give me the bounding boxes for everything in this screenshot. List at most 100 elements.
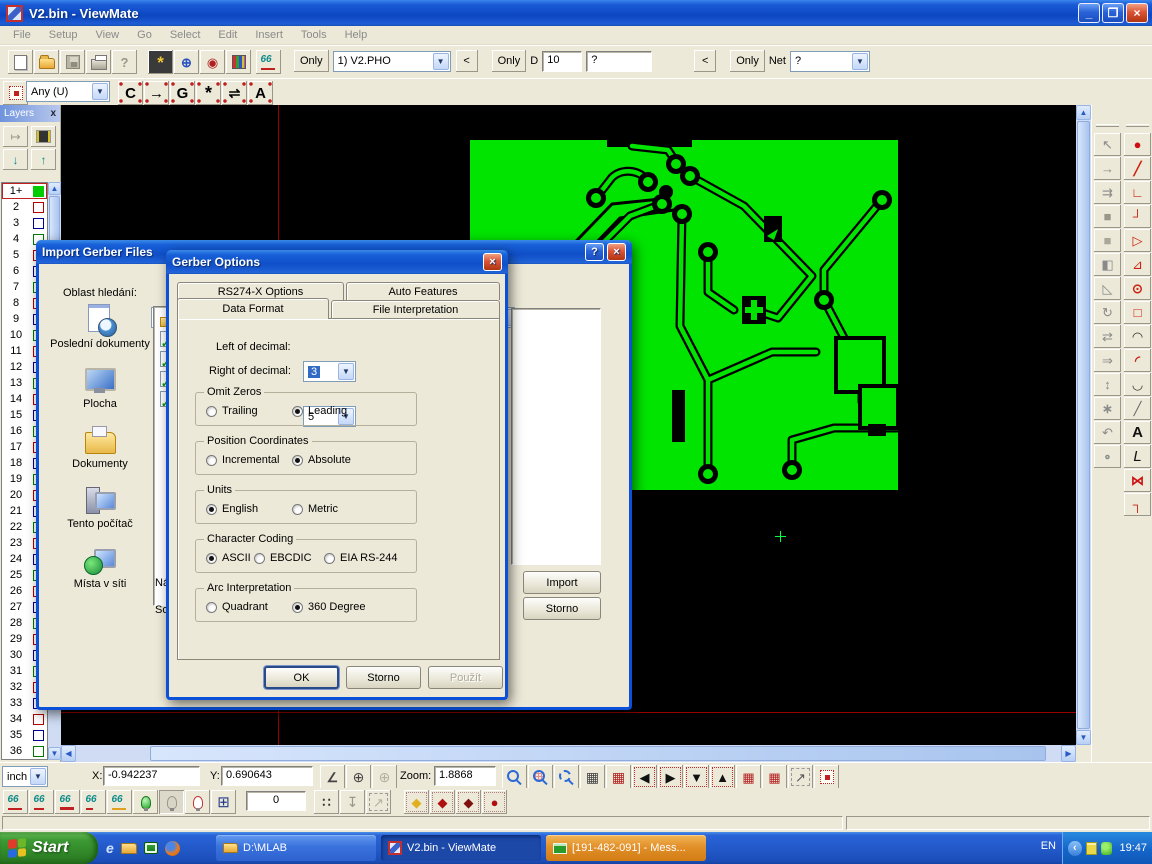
layer-color-swatch[interactable] (33, 746, 44, 757)
layer-row-36[interactable]: 36 (2, 743, 47, 759)
swap-tool-button[interactable]: ⇄ (1094, 325, 1121, 348)
align-tool-button[interactable]: ↕ (1094, 373, 1121, 396)
grid-show-button[interactable]: ▦ (606, 765, 631, 789)
scroll-right-icon[interactable]: ▶ (1061, 745, 1076, 762)
vscroll-thumb[interactable] (1077, 121, 1090, 729)
close-button[interactable]: × (607, 243, 626, 261)
place-documents[interactable]: Dokumenty (49, 424, 151, 470)
sketch-tool-button[interactable]: ╱ (1124, 397, 1151, 420)
pan-down-button[interactable]: ▼ (684, 765, 709, 789)
radio-icon[interactable] (292, 406, 303, 417)
pan-left-button[interactable]: ◀ (632, 765, 657, 789)
zoom-extents-button[interactable]: ↗ (788, 765, 813, 789)
radio-icon[interactable] (206, 455, 217, 466)
menu-edit[interactable]: Edit (209, 27, 246, 43)
layer-row-2[interactable]: 2 (2, 199, 47, 215)
menu-insert[interactable]: Insert (246, 27, 292, 43)
chevron-down-icon[interactable]: ▼ (30, 768, 46, 785)
hscroll-thumb[interactable] (150, 746, 1046, 761)
curve-tool-button[interactable]: ◜ (1124, 349, 1151, 372)
elbow-tool-button[interactable]: ┘ (1124, 205, 1151, 228)
radio-eia-rs-244[interactable]: EIA RS-244 (324, 552, 397, 564)
save-file-button[interactable] (60, 50, 85, 74)
redraw-button[interactable]: * (148, 50, 173, 74)
scroll-left-icon[interactable]: ◀ (61, 745, 76, 762)
radio-english[interactable]: English (206, 503, 258, 515)
left-of-decimal-combo[interactable]: 3 ▼ (303, 361, 356, 382)
tray-app-icon[interactable] (1101, 842, 1113, 855)
chevron-down-icon[interactable]: ▼ (852, 53, 868, 70)
scroll-up-icon[interactable]: ▲ (1076, 105, 1091, 120)
maximize-button[interactable]: ❐ (1102, 3, 1124, 23)
print-button[interactable] (86, 50, 111, 74)
dcode-move-button[interactable]: → (144, 81, 169, 105)
layer-colors-button[interactable] (226, 50, 251, 74)
radio-absolute[interactable]: Absolute (292, 454, 351, 466)
scroll-up-icon[interactable]: ▲ (48, 182, 61, 195)
radio-icon[interactable] (206, 602, 217, 613)
tab-data-format[interactable]: Data Format (177, 298, 329, 319)
radio-metric[interactable]: Metric (292, 503, 338, 515)
radio-icon[interactable] (254, 553, 265, 564)
horizontal-scrollbar[interactable]: ◀ ▶ (61, 745, 1076, 762)
close-button[interactable]: × (1126, 3, 1148, 23)
burst-tool-button[interactable]: ∗ (1094, 397, 1121, 420)
dcode-copy-button[interactable]: C (118, 81, 143, 105)
radio-icon[interactable] (206, 406, 217, 417)
logo-tool-button[interactable]: L (1124, 445, 1151, 468)
layer-color-swatch[interactable] (33, 714, 44, 725)
tab-auto-features[interactable]: Auto Features (346, 282, 500, 300)
ok-button[interactable]: OK (264, 666, 339, 689)
place-desktop[interactable]: Plocha (49, 364, 151, 410)
dcode-query-field[interactable]: ? (586, 51, 652, 72)
menu-setup[interactable]: Setup (40, 27, 87, 43)
title-bar[interactable]: V2.bin - ViewMate _ ❐ × (0, 0, 1152, 26)
close-button[interactable]: × (483, 253, 502, 271)
minimize-button[interactable]: _ (1078, 3, 1100, 23)
dcode-swap-button[interactable]: ⇌ (222, 81, 247, 105)
menu-tools[interactable]: Tools (292, 27, 336, 43)
place-my-computer[interactable]: Tento počítač (49, 484, 151, 530)
dcode-legend-2-button[interactable] (29, 790, 54, 814)
angle-measure-button[interactable]: ∠ (320, 765, 345, 789)
layer-row-1+[interactable]: 1+ (2, 183, 47, 199)
folder-shortcut-icon[interactable] (121, 843, 137, 854)
import-cancel-button[interactable]: Storno (523, 597, 601, 620)
dcode-legend-1-button[interactable] (3, 790, 28, 814)
radio-incremental[interactable]: Incremental (206, 454, 279, 466)
layer-color-swatch[interactable] (33, 730, 44, 741)
circle-tool-button[interactable]: ⊙ (1124, 277, 1151, 300)
scroll-down-icon[interactable]: ▼ (1076, 730, 1091, 745)
send-to-layer-button[interactable]: ⇒ (1094, 349, 1121, 372)
dcode-value-field[interactable]: 10 (542, 51, 582, 72)
dcode-filter-combo[interactable]: Any (U) ▼ (26, 81, 110, 102)
open-file-button[interactable] (34, 50, 59, 74)
zoom-in-button[interactable] (502, 765, 527, 789)
anchor-mode-button[interactable]: ↧ (340, 790, 365, 814)
task-dmlab[interactable]: D:\MLAB (216, 835, 376, 861)
tray-chevron-icon[interactable]: ‹ (1068, 841, 1082, 856)
gerber-options-title-bar[interactable]: Gerber Options × (166, 250, 508, 274)
highlight-dcode-button[interactable]: ◉ (200, 50, 225, 74)
grid-subdivide-button[interactable]: ▦ (736, 765, 761, 789)
grid-extend-button[interactable]: ▦ (762, 765, 787, 789)
snap-grid-points-button[interactable]: ∷ (314, 790, 339, 814)
chevron-down-icon[interactable]: ▼ (92, 83, 108, 100)
tray-clipboard-icon[interactable] (1086, 842, 1097, 855)
vertical-scrollbar[interactable]: ▲ ▼ (1076, 105, 1091, 745)
close-icon[interactable]: x (50, 108, 56, 119)
pad-tool-button[interactable]: ● (1124, 133, 1151, 156)
internet-explorer-icon[interactable]: e (106, 840, 114, 856)
rotate-tool-button[interactable]: ↻ (1094, 301, 1121, 324)
units-combo[interactable]: inch ▼ (2, 766, 48, 787)
radio-ebcdic[interactable]: EBCDIC (254, 552, 312, 564)
radio-icon[interactable] (324, 553, 335, 564)
dcode-legend-5-button[interactable] (107, 790, 132, 814)
polyline-tool-button[interactable]: ∟ (1124, 181, 1151, 204)
tab-file-interpretation[interactable]: File Interpretation (331, 300, 500, 318)
copy-item-button[interactable]: ⇉ (1094, 181, 1121, 204)
scroll-down-icon[interactable]: ▼ (48, 747, 61, 760)
new-file-button[interactable] (8, 50, 33, 74)
grid-step-field[interactable]: 0 (246, 791, 306, 811)
lamp-off-button[interactable] (159, 790, 184, 814)
